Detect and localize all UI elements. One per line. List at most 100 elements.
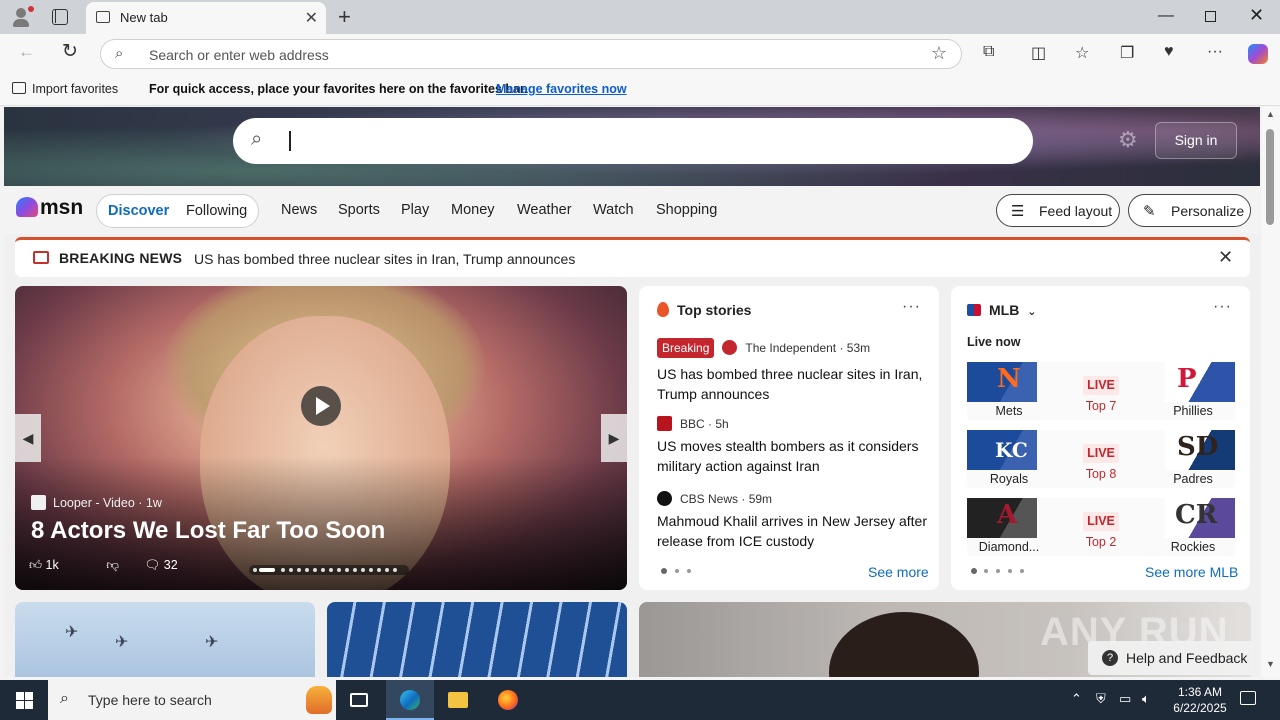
msn-search-input[interactable]: ⌕ [233,118,1033,164]
nav-news[interactable]: News [281,202,317,218]
close-icon[interactable]: ✕ [1218,247,1233,268]
more-options-icon[interactable]: ··· [902,298,921,316]
more-options-icon[interactable]: ··· [1213,298,1232,316]
hero-video-card[interactable]: ◀ ▶ Looper - Video · 1w 8 Actors We Lost… [15,286,627,590]
favorite-star-icon[interactable]: ☆ [931,43,947,64]
game-row[interactable]: KC SD Royals LIVE Top 8 Padres [967,430,1235,488]
story-item[interactable]: Breaking The Independent · 53m US has bom… [657,338,927,404]
msn-logo[interactable]: msn [16,196,83,220]
top-stories-card: Top stories ··· Breaking The Independent … [639,286,939,590]
story-source: Breaking The Independent · 53m [657,338,927,358]
taskbar-firefox[interactable] [484,680,532,720]
story-title[interactable]: US has bombed three nuclear sites in Ira… [657,364,927,404]
folder-icon [448,692,468,708]
minimize-button[interactable]: — [1158,7,1174,25]
refresh-button[interactable]: ↻ [62,40,78,63]
story-title[interactable]: Mahmoud Khalil arrives in New Jersey aft… [657,511,927,551]
address-bar[interactable]: ⌕ Search or enter web address ☆ [100,39,962,69]
scroll-thumb[interactable] [1266,129,1274,225]
gear-icon[interactable]: ⚙ [1118,127,1138,153]
nav-weather[interactable]: Weather [517,202,572,218]
story-title[interactable]: US moves stealth bombers as it considers… [657,436,927,476]
browser-essentials-icon[interactable]: ♥ [1164,43,1174,61]
see-more-link[interactable]: See more [868,564,929,580]
bbc-logo-icon [657,416,672,431]
nav-play[interactable]: Play [401,202,429,218]
tab-discover[interactable]: Discover [108,203,169,219]
taskbar-file-explorer[interactable] [434,680,482,720]
scroll-down-icon[interactable]: ▼ [1266,659,1275,669]
system-clock[interactable]: 1:36 AM 6/22/2025 [1165,684,1235,716]
nav-shopping[interactable]: Shopping [656,202,717,218]
page-scrollbar[interactable]: ▲ ▼ [1262,107,1280,677]
breaking-news-headline[interactable]: US has bombed three nuclear sites in Ira… [194,251,575,267]
address-placeholder: Search or enter web address [149,47,329,63]
mlb-heading[interactable]: MLB ⌄ [967,302,1036,318]
scroll-up-icon[interactable]: ▲ [1266,109,1275,119]
taskbar-edge[interactable] [386,680,434,720]
news-card-solar-image[interactable] [327,602,627,677]
maximize-button[interactable] [1205,11,1216,22]
collections-icon[interactable]: ❐ [1120,43,1134,63]
split-screen-icon[interactable]: ◫ [1031,43,1046,63]
breaking-news-banner[interactable]: BREAKING NEWS US has bombed three nuclea… [15,237,1250,277]
favorites-icon[interactable]: ☆ [1075,43,1089,63]
tab-following[interactable]: Following [186,203,247,219]
clock-time: 1:36 AM [1177,685,1223,699]
notifications-icon[interactable] [1240,691,1256,705]
settings-more-icon[interactable]: ··· [1207,43,1223,61]
tab-actions-icon[interactable] [52,9,68,25]
game-row[interactable]: A CR Diamond... LIVE Top 2 Rockies [967,498,1235,556]
taskbar-search-input[interactable]: ⌕ Type here to search [48,680,336,720]
home-team: Mets [995,404,1023,418]
chevron-down-icon[interactable]: ⌄ [1027,306,1036,318]
clock-date: 6/22/2025 [1173,701,1227,715]
like-button[interactable]: 👍︎ 1k [29,558,81,572]
help-feedback-button[interactable]: ? Help and Feedback [1088,641,1254,675]
favorites-message: For quick access, place your favorites h… [149,82,528,96]
story-item[interactable]: BBC · 5h US moves stealth bombers as it … [657,414,927,476]
comments-button[interactable]: 🗨 32 [144,558,199,572]
import-favorites-button[interactable]: Import favorites [12,82,118,96]
game-row[interactable]: N P Mets LIVE Top 7 Phillies [967,362,1235,420]
nav-sports[interactable]: Sports [338,202,380,218]
close-tab-icon[interactable]: ✕ [305,8,318,28]
top-stories-heading[interactable]: Top stories [657,302,751,318]
close-window-button[interactable]: ✕ [1249,5,1264,26]
padres-logo-icon: SD [1165,430,1235,470]
sliders-icon: ☰ [1011,203,1025,220]
live-badge: LIVE [1083,376,1119,395]
carousel-indicator[interactable] [249,565,409,575]
nav-watch[interactable]: Watch [593,202,634,218]
carousel-next-button[interactable]: ▶ [601,414,627,462]
rockies-logo-icon: CR [1165,498,1235,538]
msn-butterfly-icon [16,197,38,217]
new-tab-button[interactable]: + [338,4,351,30]
network-icon[interactable]: ▭ [1119,691,1131,707]
volume-icon[interactable]: 🔈︎ [1142,691,1150,707]
copilot-icon[interactable] [1248,44,1268,64]
feed-layout-button[interactable]: ☰ Feed layout [996,194,1120,227]
inning-status: Top 2 [1085,535,1117,549]
task-view-button[interactable] [336,680,384,720]
chevron-up-icon[interactable]: ⌃ [1071,691,1082,707]
dislike-button[interactable]: 👎︎ [106,558,119,572]
see-more-mlb-link[interactable]: See more MLB [1145,564,1238,580]
windows-start-icon[interactable] [16,692,33,709]
manage-favorites-link[interactable]: Manage favorites now [496,82,627,96]
search-icon: ⌕ [115,45,124,62]
carousel-prev-button[interactable]: ◀ [15,414,41,462]
hero-reactions: 👍︎ 1k 👎︎ 🗨 32 [29,558,222,573]
play-icon[interactable] [301,386,341,426]
news-card-jets-image[interactable]: ✈ ✈ ✈ [15,602,315,677]
personalize-button[interactable]: ✎ Personalize [1128,194,1251,227]
profile-icon[interactable] [10,6,34,28]
story-item[interactable]: CBS News · 59m Mahmoud Khalil arrives in… [657,489,927,551]
tab-new-tab[interactable]: New tab ✕ [86,2,326,34]
sign-in-button[interactable]: Sign in [1155,122,1237,159]
nav-money[interactable]: Money [451,202,495,218]
back-button[interactable]: ← [18,42,35,62]
extensions-icon[interactable]: ⧉ [983,43,994,61]
hero-title[interactable]: 8 Actors We Lost Far Too Soon [31,517,385,545]
security-icon[interactable]: ⛨ [1096,691,1106,707]
